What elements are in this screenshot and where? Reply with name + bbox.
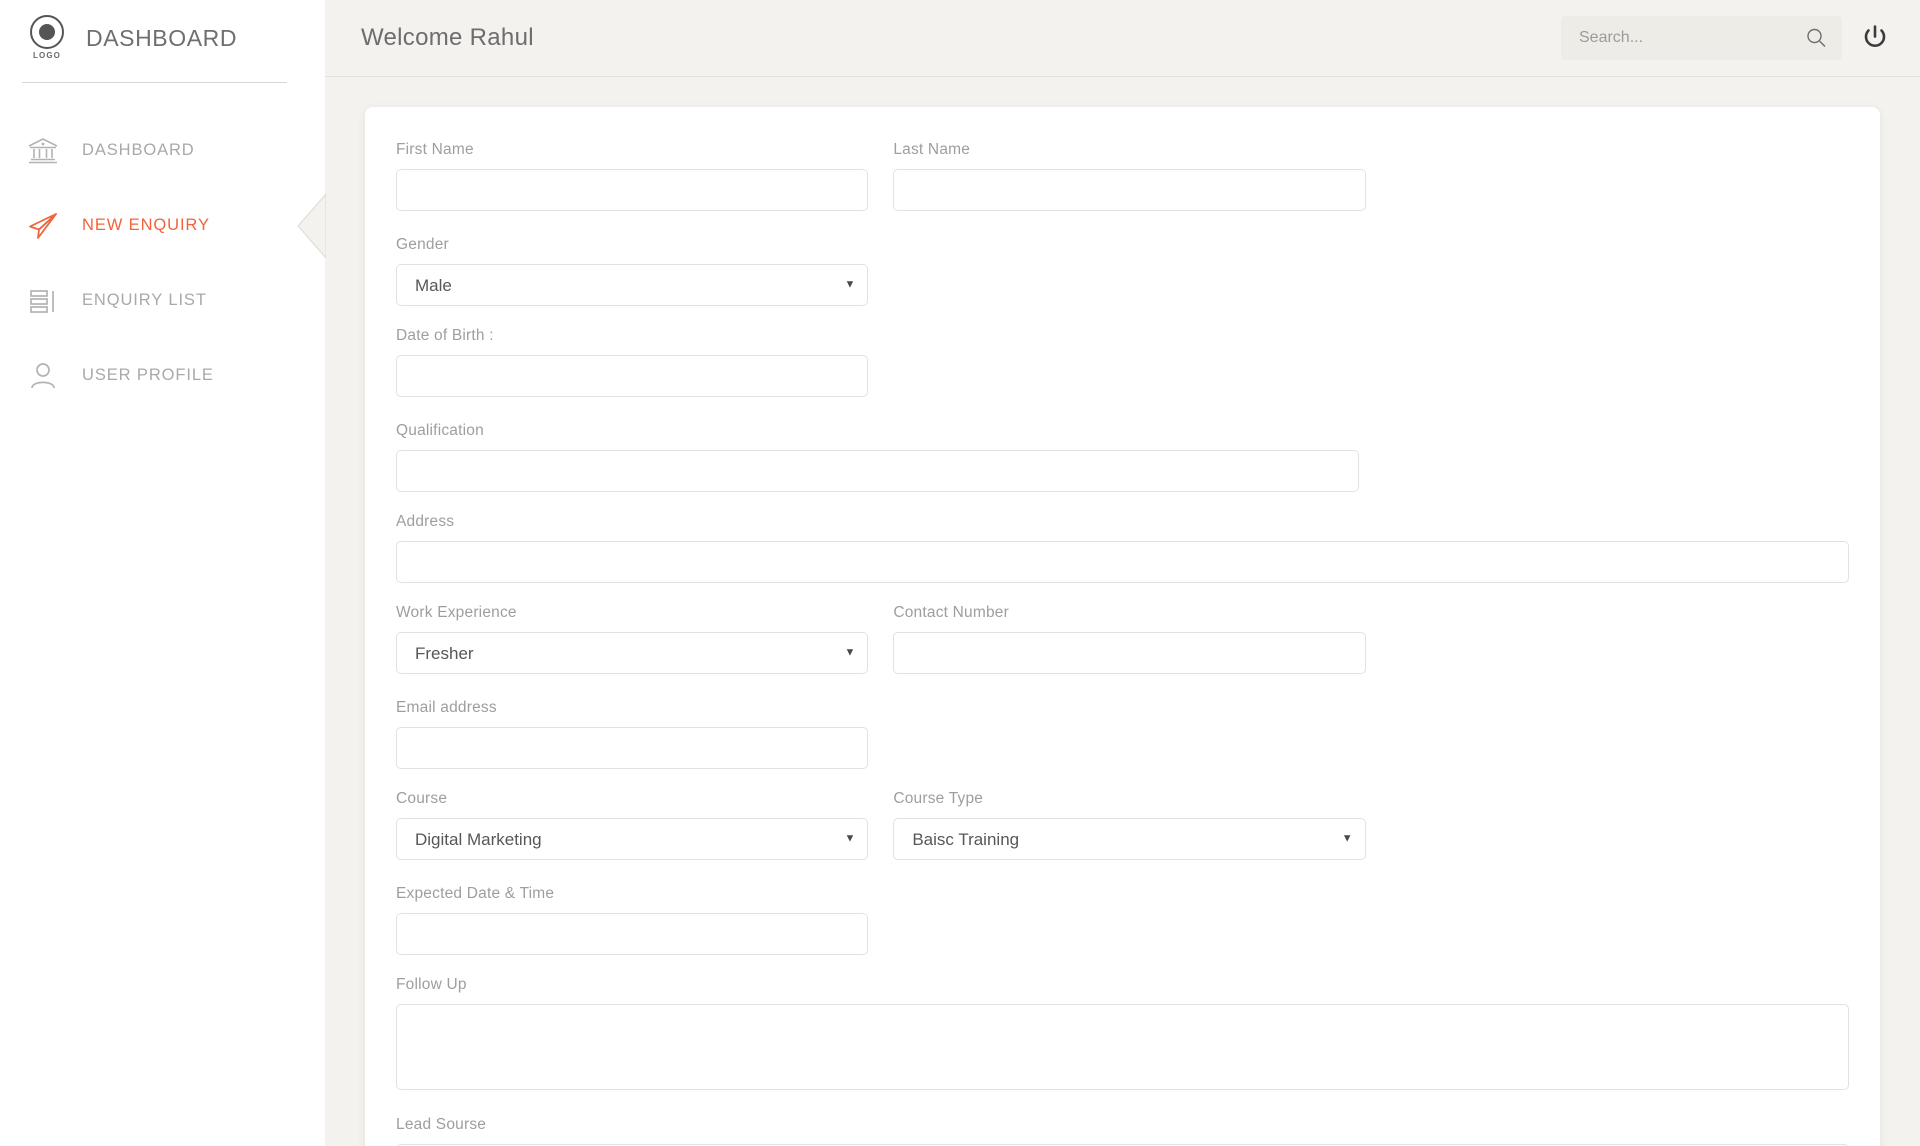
form-row: Course Digital Marketing ▼ Course Type B… bbox=[387, 790, 1858, 973]
qualification-input[interactable] bbox=[396, 450, 1359, 492]
follow-up-label: Follow Up bbox=[396, 976, 467, 993]
sidebar-item-label: ENQUIRY LIST bbox=[82, 291, 207, 309]
paper-plane-icon bbox=[26, 209, 60, 243]
search-input[interactable] bbox=[1579, 29, 1804, 47]
field-qualification: Qualification bbox=[387, 422, 1368, 492]
search-icon[interactable] bbox=[1804, 26, 1828, 50]
sidebar-item-label: NEW ENQUIRY bbox=[82, 216, 210, 234]
work-experience-select[interactable]: Fresher bbox=[396, 632, 869, 674]
form-row: Address bbox=[387, 513, 1858, 601]
field-work-experience: Work Experience Fresher ▼ bbox=[387, 604, 877, 674]
gender-select[interactable]: Male bbox=[396, 264, 869, 306]
sidebar-item-enquiry-list[interactable]: ENQUIRY LIST bbox=[0, 263, 325, 338]
page-title: Welcome Rahul bbox=[361, 24, 534, 51]
contact-number-label: Contact Number bbox=[893, 604, 1009, 621]
sidebar-item-label: DASHBOARD bbox=[82, 141, 195, 159]
gender-label: Gender bbox=[396, 236, 449, 253]
address-label: Address bbox=[396, 513, 455, 530]
follow-up-textarea[interactable] bbox=[396, 1004, 1849, 1090]
sidebar: LOGO DASHBOARD DASHBOARD NEW ENQUIRY ENQ… bbox=[0, 0, 327, 1146]
field-course-type: Course Type Baisc Training ▼ bbox=[884, 790, 1374, 860]
course-select[interactable]: Digital Marketing bbox=[396, 818, 869, 860]
brand-title: DASHBOARD bbox=[86, 25, 238, 51]
enquiry-form-card: First Name Last Name Gender Male ▼ Date … bbox=[365, 107, 1880, 1146]
email-address-label: Email address bbox=[396, 699, 497, 716]
content-area: First Name Last Name Gender Male ▼ Date … bbox=[325, 77, 1920, 1146]
lead-sourse-label: Lead Sourse bbox=[396, 1116, 487, 1133]
field-gender: Gender Male ▼ bbox=[387, 236, 877, 306]
form-row: Lead Sourse bbox=[387, 1116, 1858, 1146]
topbar: Welcome Rahul bbox=[325, 0, 1920, 77]
work-experience-label: Work Experience bbox=[396, 604, 517, 621]
last-name-label: Last Name bbox=[893, 141, 971, 158]
topbar-actions bbox=[1561, 16, 1890, 60]
sidebar-item-user-profile[interactable]: USER PROFILE bbox=[0, 338, 325, 413]
course-type-select[interactable]: Baisc Training bbox=[893, 818, 1366, 860]
field-date-of-birth: Date of Birth : bbox=[387, 327, 877, 397]
first-name-input[interactable] bbox=[396, 169, 869, 211]
last-name-input[interactable] bbox=[893, 169, 1366, 211]
main-area: Welcome Rahul Search... First Name Last … bbox=[325, 0, 1920, 1146]
course-label: Course bbox=[396, 790, 448, 807]
field-lead-sourse: Lead Sourse bbox=[387, 1116, 1858, 1146]
form-row: First Name Last Name Gender Male ▼ bbox=[387, 141, 1858, 324]
list-icon bbox=[26, 284, 60, 318]
brand: LOGO DASHBOARD bbox=[0, 0, 325, 77]
form-row: Follow Up bbox=[387, 976, 1858, 1113]
sidebar-item-dashboard[interactable]: DASHBOARD bbox=[0, 113, 325, 188]
power-icon[interactable] bbox=[1860, 23, 1890, 53]
field-email-address: Email address bbox=[387, 699, 877, 769]
form-row: Date of Birth : Qualification bbox=[387, 327, 1858, 510]
expected-datetime-input[interactable] bbox=[396, 913, 869, 955]
field-address: Address bbox=[387, 513, 1858, 583]
active-indicator-notch bbox=[292, 192, 327, 259]
form-row: Work Experience Fresher ▼ Contact Number bbox=[387, 604, 1858, 787]
contact-number-input[interactable] bbox=[893, 632, 1366, 674]
field-last-name: Last Name bbox=[884, 141, 1374, 211]
search-box[interactable] bbox=[1561, 16, 1842, 60]
user-icon bbox=[26, 359, 60, 393]
expected-datetime-label: Expected Date & Time bbox=[396, 885, 555, 902]
date-of-birth-input[interactable] bbox=[396, 355, 869, 397]
address-input[interactable] bbox=[396, 541, 1849, 583]
circle-dot-logo-icon: LOGO bbox=[26, 14, 68, 63]
sidebar-item-label: USER PROFILE bbox=[82, 366, 214, 384]
sidebar-item-new-enquiry[interactable]: NEW ENQUIRY bbox=[0, 188, 327, 263]
field-contact-number: Contact Number bbox=[884, 604, 1374, 674]
app-root: LOGO DASHBOARD DASHBOARD NEW ENQUIRY ENQ… bbox=[0, 0, 1920, 1146]
field-course: Course Digital Marketing ▼ bbox=[387, 790, 877, 860]
email-address-input[interactable] bbox=[396, 727, 869, 769]
qualification-label: Qualification bbox=[396, 422, 484, 439]
field-first-name: First Name bbox=[387, 141, 877, 211]
first-name-label: First Name bbox=[396, 141, 474, 158]
sidebar-nav: DASHBOARD NEW ENQUIRY ENQUIRY LIST USER … bbox=[0, 83, 327, 413]
field-expected-datetime: Expected Date & Time bbox=[387, 885, 877, 955]
bank-icon bbox=[26, 134, 60, 168]
course-type-label: Course Type bbox=[893, 790, 984, 807]
date-of-birth-label: Date of Birth : bbox=[396, 327, 494, 344]
field-follow-up: Follow Up bbox=[387, 976, 1858, 1095]
logo-wordmark: LOGO bbox=[33, 50, 61, 60]
new-enquiry-form: First Name Last Name Gender Male ▼ Date … bbox=[387, 141, 1858, 1146]
